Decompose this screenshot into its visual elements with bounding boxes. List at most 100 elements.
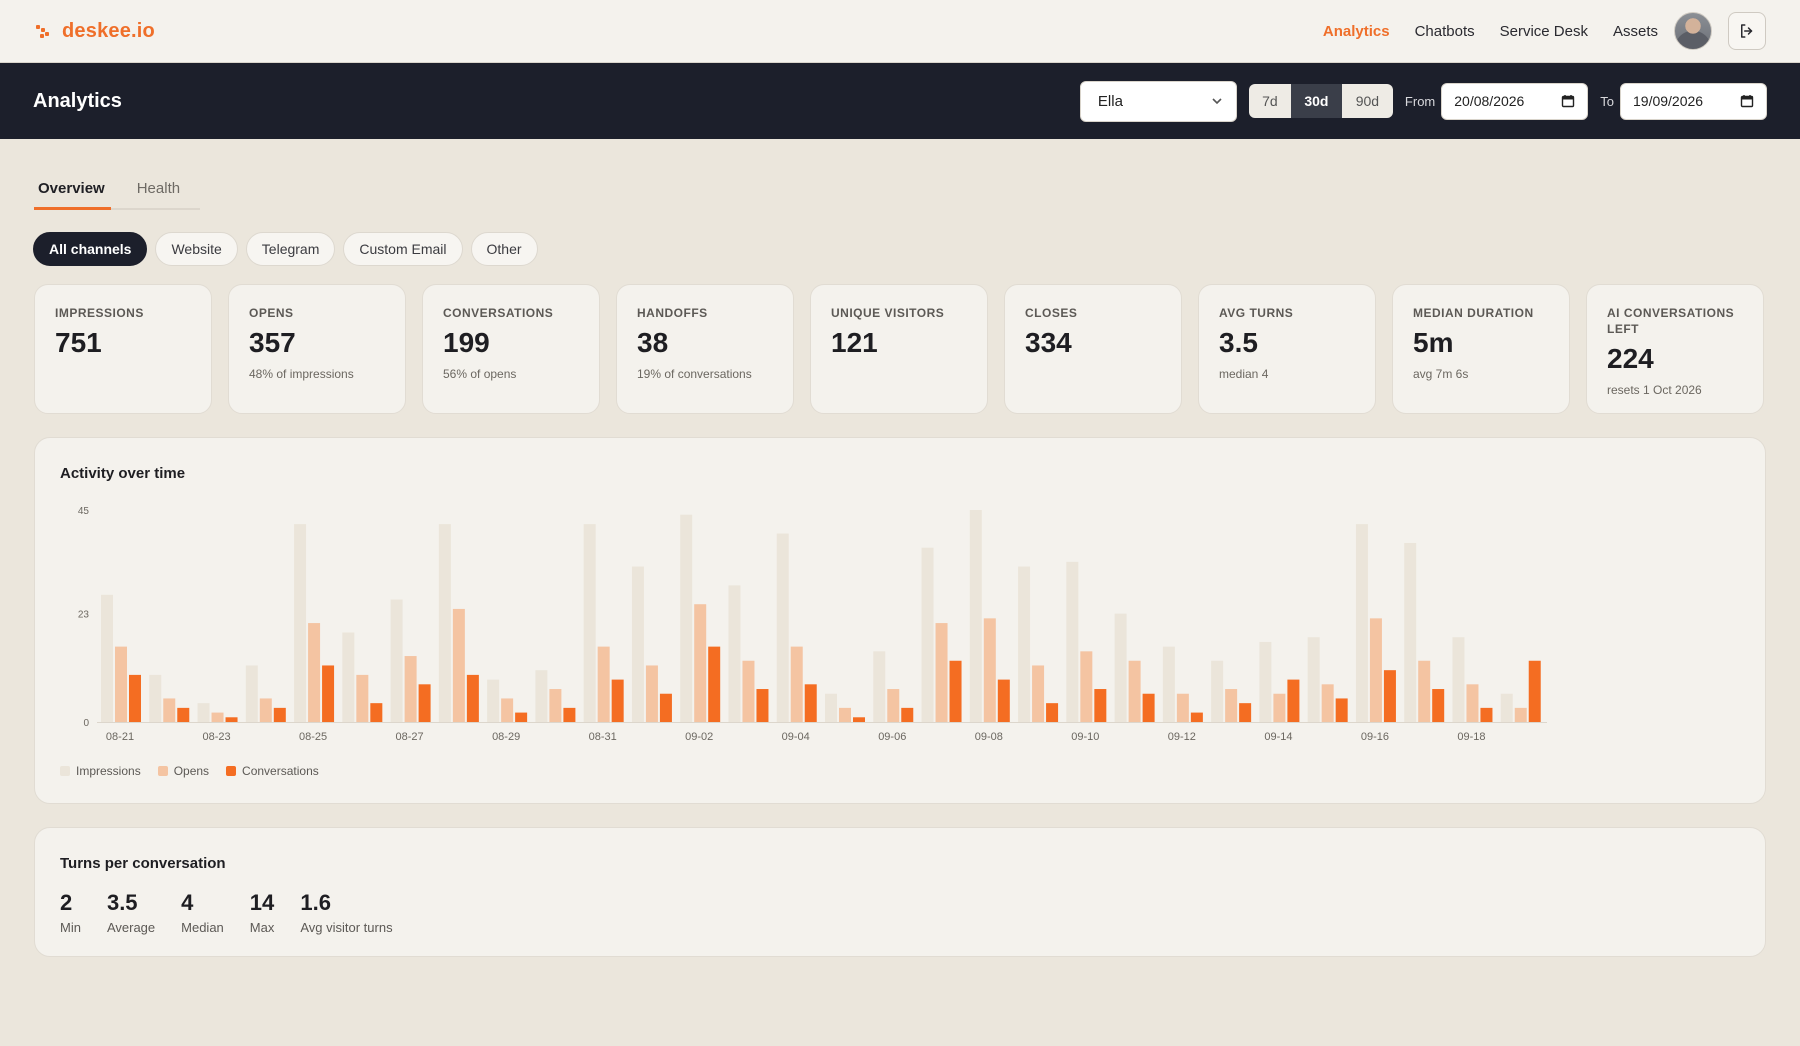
bar-opens-08-26 — [356, 674, 369, 722]
stat-title: Opens — [249, 306, 294, 320]
bar-impressions-08-26 — [342, 632, 355, 722]
tab-health[interactable]: Health — [133, 172, 184, 210]
bar-opens-09-08 — [983, 618, 996, 722]
x-tick-label: 09-02 — [685, 731, 713, 743]
user-avatar[interactable] — [1674, 12, 1712, 50]
x-tick-label: 08-29 — [492, 731, 520, 743]
stat-value: 224 — [1607, 343, 1654, 374]
y-tick-label: 23 — [78, 610, 90, 621]
bar-conversations-08-22 — [177, 707, 190, 722]
bar-impressions-09-02 — [680, 514, 693, 722]
range-90d[interactable]: 90d — [1341, 84, 1393, 118]
logo-icon — [34, 22, 52, 40]
logout-icon — [1741, 24, 1753, 38]
x-tick-label: 08-25 — [299, 731, 327, 743]
bar-conversations-08-21 — [129, 674, 141, 722]
bar-opens-08-27 — [404, 656, 417, 722]
to-date-input[interactable]: 19/09/2026 — [1620, 82, 1767, 120]
turns-median: 4 Median — [181, 890, 224, 935]
bot-select[interactable]: Ella — [1079, 80, 1237, 122]
metric-value: 2 — [60, 890, 73, 915]
stat-card-unique-visitors: Unique visitors 121 — [810, 284, 988, 414]
bar-conversations-09-06 — [901, 707, 914, 722]
bar-impressions-09-19 — [1500, 693, 1513, 722]
bar-opens-08-21 — [115, 646, 127, 722]
bar-impressions-09-07 — [921, 547, 934, 722]
bar-conversations-09-05 — [853, 717, 865, 722]
bar-impressions-09-18 — [1452, 637, 1465, 722]
bar-impressions-09-03 — [728, 585, 741, 722]
brand[interactable]: deskee.io — [34, 20, 155, 43]
bar-conversations-08-31 — [611, 679, 624, 722]
legend-opens[interactable]: Opens — [157, 764, 210, 778]
nav-service-desk[interactable]: Service Desk — [1500, 23, 1588, 40]
stat-title: Unique visitors — [831, 306, 945, 320]
legend-swatch — [60, 766, 70, 776]
nav-chatbots[interactable]: Chatbots — [1415, 23, 1475, 40]
bar-impressions-08-30 — [535, 670, 548, 722]
legend-impressions[interactable]: Impressions — [60, 764, 141, 778]
stat-card-ai-conversations-left: AI conversations left 224 resets 1 Oct 2… — [1586, 284, 1764, 414]
stat-title: Median duration — [1413, 306, 1534, 320]
x-tick-label: 08-27 — [396, 731, 424, 743]
bar-opens-08-25 — [308, 623, 321, 722]
legend-conversations[interactable]: Conversations — [226, 764, 319, 778]
bar-conversations-08-29 — [515, 712, 528, 722]
bar-opens-08-31 — [597, 646, 610, 722]
metric-value: 4 — [181, 890, 194, 915]
tab-overview[interactable]: Overview — [34, 172, 111, 210]
bar-opens-09-11 — [1128, 660, 1141, 722]
bar-impressions-09-11 — [1114, 613, 1127, 722]
channel-telegram[interactable]: Telegram — [245, 232, 336, 266]
channel-other[interactable]: Other — [470, 232, 538, 266]
from-date-value: 20/08/2026 — [1454, 93, 1525, 109]
bar-impressions-09-01 — [631, 566, 644, 722]
bar-impressions-09-04 — [776, 533, 789, 722]
metric-label: Max — [249, 920, 275, 935]
stat-title: Impressions — [55, 306, 144, 320]
stat-value: 121 — [831, 327, 878, 358]
bar-impressions-09-16 — [1355, 524, 1368, 722]
logout-button[interactable] — [1728, 12, 1766, 50]
calendar-icon[interactable] — [1561, 94, 1575, 108]
activity-chart: 0 23 45 08-21 08-23 08-25 08-27 08-29 08-31 09-02… — [78, 506, 1547, 743]
stat-title: Conversations — [443, 306, 554, 320]
bar-conversations-08-24 — [273, 707, 286, 722]
from-date-input[interactable]: 20/08/2026 — [1441, 82, 1589, 120]
turns-min: 2 Min — [60, 890, 81, 935]
channel-custom-email[interactable]: Custom Email — [343, 232, 463, 266]
bar-conversations-08-28 — [466, 674, 479, 722]
stat-value: 199 — [443, 327, 490, 358]
bot-select-value: Ella — [1097, 92, 1123, 110]
nav-assets[interactable]: Assets — [1613, 23, 1658, 40]
chevron-down-icon — [1212, 98, 1222, 105]
chart-legend: Impressions Opens Conversations — [60, 764, 319, 778]
bar-conversations-09-15 — [1335, 698, 1348, 722]
stat-value: 357 — [249, 327, 296, 358]
bar-conversations-09-08 — [997, 679, 1010, 722]
legend-label: Opens — [173, 764, 210, 778]
metric-label: Avg visitor turns — [300, 920, 393, 935]
channel-website[interactable]: Website — [155, 232, 238, 266]
metric-value: 1.6 — [300, 890, 331, 915]
bar-opens-09-14 — [1273, 693, 1286, 722]
stat-card-conversations: Conversations 199 56% of opens — [422, 284, 600, 414]
bar-opens-09-01 — [645, 665, 658, 722]
x-tick-label: 08-21 — [106, 731, 134, 743]
stat-title: Avg turns — [1219, 306, 1294, 320]
stat-cards: Impressions 751 Opens 357 48% of impress… — [34, 284, 1764, 414]
nav-analytics[interactable]: Analytics — [1323, 23, 1390, 40]
legend-swatch — [157, 766, 168, 776]
range-7d[interactable]: 7d — [1248, 84, 1291, 118]
range-30d[interactable]: 30d — [1290, 84, 1342, 118]
x-tick-label: 09-10 — [1071, 731, 1099, 743]
bar-impressions-09-15 — [1307, 637, 1320, 722]
bar-conversations-08-30 — [563, 707, 576, 722]
bar-opens-09-07 — [935, 623, 948, 722]
x-tick-label: 09-16 — [1361, 731, 1389, 743]
from-label: From — [1404, 93, 1436, 109]
calendar-icon[interactable] — [1740, 94, 1754, 108]
channel-all[interactable]: All channels — [33, 232, 148, 266]
bar-opens-09-17 — [1418, 660, 1431, 722]
stat-value: 38 — [637, 327, 669, 358]
